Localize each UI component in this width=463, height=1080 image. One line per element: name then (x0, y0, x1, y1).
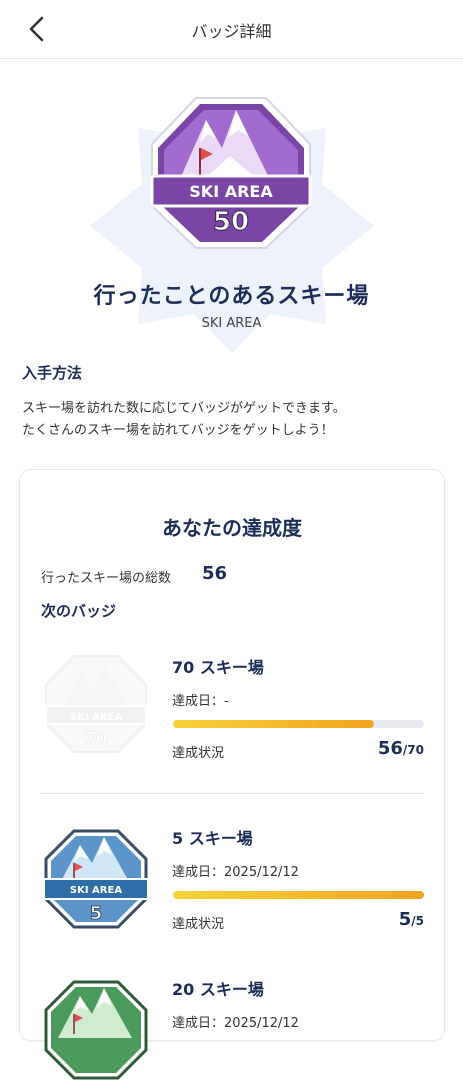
svg-text:SKI AREA: SKI AREA (70, 712, 122, 723)
badge-row-title: 5 スキー場 (172, 829, 253, 848)
svg-text:5: 5 (90, 903, 103, 924)
acquire-line-1: スキー場を訪れた数に応じてバッジがゲットできます。 (22, 401, 346, 416)
svg-text:SKI AREA: SKI AREA (70, 885, 122, 896)
page-title: バッジ詳細 (191, 22, 272, 41)
next-badges-label: 次のバッジ (41, 602, 117, 620)
progress-fill (173, 720, 374, 728)
badge-row-title: 20 スキー場 (172, 980, 264, 999)
acquire-heading: 入手方法 (22, 364, 83, 382)
hero-badge-number: 50 (213, 207, 249, 237)
progress-fill (173, 891, 424, 899)
badge-row-count: 5/5 (398, 909, 424, 930)
achievement-title: あなたの達成度 (162, 516, 302, 540)
badge-row-date: 達成日：- (172, 694, 229, 709)
total-value: 56 (202, 563, 228, 584)
acquire-line-2: たくさんのスキー場を訪れてバッジをゲットしよう！ (22, 423, 334, 438)
ski-area-20-badge (44, 980, 148, 1080)
ski-area-5-badge: SKI AREA 5 (44, 829, 148, 929)
badge-row-title: 70 スキー場 (172, 658, 264, 677)
hero-badge-label: SKI AREA (189, 182, 273, 201)
badge-subtitle: SKI AREA (201, 316, 262, 331)
badge-row-status-label: 達成状況 (172, 746, 225, 761)
badge-row-date: 達成日：2025/12/12 (172, 865, 299, 880)
ski-area-50-badge: SKI AREA 50 (150, 97, 312, 249)
progress-bar (173, 891, 424, 899)
badge-row-date: 達成日：2025/12/12 (172, 1016, 299, 1031)
badge-row-status-label: 達成状況 (172, 917, 225, 932)
total-label: 行ったスキー場の総数 (41, 571, 172, 586)
svg-text:70: 70 (84, 729, 108, 749)
badge-row-count: 56/70 (377, 738, 424, 759)
header-bar: バッジ詳細 (0, 0, 463, 59)
row-divider (40, 793, 424, 794)
acquire-description: スキー場を訪れた数に応じてバッジがゲットできます。 たくさんのスキー場を訪れてバ… (22, 398, 346, 442)
achievement-card: あなたの達成度 行ったスキー場の総数 56 次のバッジ SKI AREA 70 … (19, 469, 445, 1080)
progress-bar (173, 720, 424, 728)
ski-area-70-badge: SKI AREA 70 (45, 655, 147, 753)
badge-title: 行ったことのあるスキー場 (93, 284, 370, 309)
